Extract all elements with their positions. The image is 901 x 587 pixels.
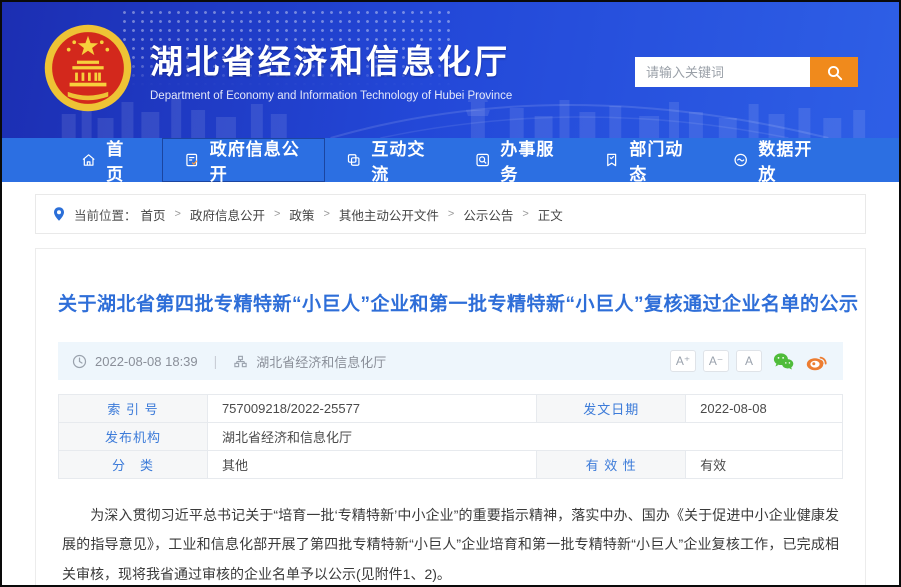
nav-item-home[interactable]: 首 页 (60, 138, 162, 182)
category-label: 分 类 (59, 451, 208, 479)
font-smaller-button[interactable]: A⁻ (703, 350, 729, 372)
publish-time: 2022-08-08 18:39 (95, 354, 198, 369)
home-icon (80, 150, 97, 170)
nav-item-interaction[interactable]: 互动交流 (325, 138, 454, 182)
page: 湖北省经济和信息化厅 Department of Economy and Inf… (0, 0, 901, 587)
nav-label: 互动交流 (371, 135, 434, 185)
nav-label: 部门动态 (629, 135, 692, 185)
crumb-info-disclosure[interactable]: 政府信息公开 (190, 205, 265, 224)
article-meta-right: A⁺ A⁻ A (670, 349, 829, 373)
breadcrumb: 当前位置： 首页 > 政府信息公开 > 政策 > 其他主动公开文件 > 公示公告… (35, 194, 866, 234)
article-meta-bar: 2022-08-08 18:39 | 湖北省经济和信息化厅 A⁺ A⁻ A (58, 342, 843, 380)
data-open-icon (732, 150, 749, 170)
weibo-icon (805, 349, 829, 373)
main-nav: 首 页 政府信息公开 互动交流 办事服务 部门动态 (2, 138, 899, 182)
source-icon (233, 354, 248, 369)
validity-label: 有 效 性 (537, 451, 686, 479)
crumb-announcements[interactable]: 公示公告 (463, 205, 513, 224)
nav-label: 政府信息公开 (210, 135, 304, 185)
article-card: 关于湖北省第四批专精特新“小巨人”企业和第一批专精特新“小巨人”复核通过企业名单… (35, 248, 866, 587)
location-pin-icon (51, 206, 67, 222)
national-emblem-logo (42, 22, 134, 114)
issuing-org-value: 湖北省经济和信息化厅 (207, 423, 842, 451)
site-brand: 湖北省经济和信息化厅 Department of Economy and Inf… (42, 22, 512, 114)
article-source: 湖北省经济和信息化厅 (256, 352, 386, 371)
wechat-share-button[interactable] (772, 350, 795, 373)
search-button[interactable] (810, 57, 858, 87)
clock-icon (72, 354, 87, 369)
article-body: 为深入贯彻习近平总书记关于“培育一批‘专精特新’中小企业”的重要指示精神，落实中… (62, 501, 839, 587)
wechat-icon (772, 350, 795, 373)
nav-label: 数据开放 (758, 135, 821, 185)
index-number-value: 757009218/2022-25577 (207, 395, 536, 423)
site-title: 湖北省经济和信息化厅 (150, 35, 512, 83)
interaction-icon (345, 150, 362, 170)
issuing-org-label: 发布机构 (59, 423, 208, 451)
meta-divider: | (214, 353, 218, 369)
site-header: 湖北省经济和信息化厅 Department of Economy and Inf… (2, 2, 899, 138)
breadcrumb-label: 当前位置： (74, 205, 137, 224)
crumb-separator: > (448, 208, 454, 220)
issue-date-value: 2022-08-08 (686, 395, 843, 423)
crumb-policy[interactable]: 政策 (289, 205, 314, 224)
crumb-home[interactable]: 首页 (141, 205, 166, 224)
news-icon (603, 150, 620, 170)
category-value: 其他 (207, 451, 536, 479)
services-icon (474, 150, 491, 170)
crumb-separator: > (323, 208, 329, 220)
validity-value: 有效 (686, 451, 843, 479)
crumb-current-article: 正文 (538, 205, 563, 224)
table-row: 分 类 其他 有 效 性 有效 (59, 451, 843, 479)
weibo-share-button[interactable] (805, 349, 829, 373)
article-title: 关于湖北省第四批专精特新“小巨人”企业和第一批专精特新“小巨人”复核通过企业名单… (58, 289, 843, 316)
crumb-separator: > (522, 208, 528, 220)
index-number-label: 索 引 号 (59, 395, 208, 423)
crumb-separator: > (274, 208, 280, 220)
search-input[interactable] (635, 57, 810, 87)
font-larger-button[interactable]: A⁺ (670, 350, 696, 372)
crumb-separator: > (175, 208, 181, 220)
site-search (635, 57, 858, 87)
nav-item-info-disclosure[interactable]: 政府信息公开 (162, 138, 325, 182)
article-meta-left: 2022-08-08 18:39 | 湖北省经济和信息化厅 (72, 352, 386, 371)
nav-item-data-open[interactable]: 数据开放 (712, 138, 841, 182)
document-meta-table: 索 引 号 757009218/2022-25577 发文日期 2022-08-… (58, 394, 843, 479)
search-icon (826, 64, 843, 81)
nav-label: 办事服务 (500, 135, 563, 185)
crumb-other-documents[interactable]: 其他主动公开文件 (339, 205, 439, 224)
issue-date-label: 发文日期 (537, 395, 686, 423)
nav-item-services[interactable]: 办事服务 (454, 138, 583, 182)
table-row: 索 引 号 757009218/2022-25577 发文日期 2022-08-… (59, 395, 843, 423)
info-disclosure-icon (183, 150, 200, 170)
nav-label: 首 页 (106, 135, 142, 185)
font-reset-button[interactable]: A (736, 350, 762, 372)
brand-text: 湖北省经济和信息化厅 Department of Economy and Inf… (150, 35, 512, 102)
nav-item-news[interactable]: 部门动态 (583, 138, 712, 182)
site-subtitle: Department of Economy and Information Te… (150, 90, 512, 102)
table-row: 发布机构 湖北省经济和信息化厅 (59, 423, 843, 451)
